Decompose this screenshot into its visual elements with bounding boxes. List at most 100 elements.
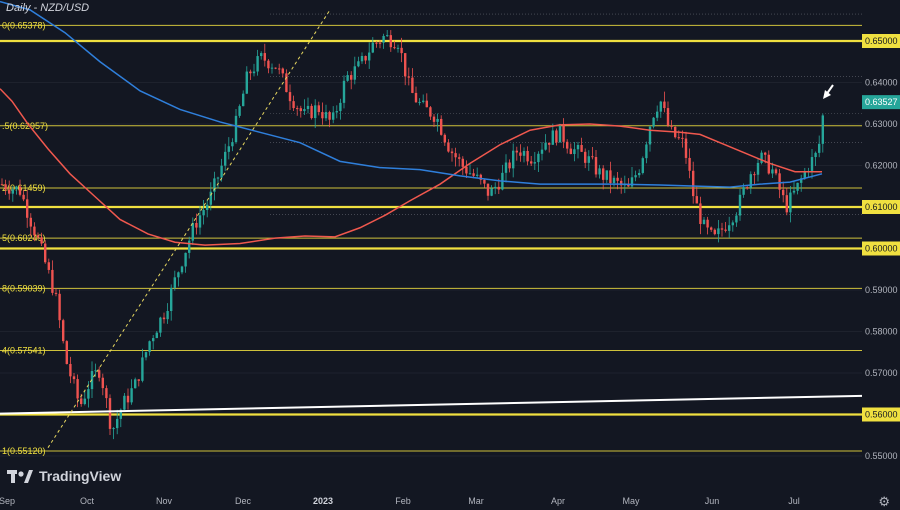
candle-body	[72, 376, 76, 380]
candle-body	[155, 332, 158, 339]
candle-body	[141, 357, 144, 381]
logo-text: TradingView	[39, 468, 122, 484]
candle-body	[234, 115, 238, 143]
fib-label: 1(0.55120)	[2, 446, 46, 456]
candle-body	[252, 71, 256, 74]
candle-body	[472, 173, 475, 176]
candle-body	[425, 100, 428, 108]
candle-body	[404, 53, 407, 77]
candle-body	[328, 112, 331, 120]
candle-body	[591, 156, 594, 158]
candle-body	[378, 42, 382, 44]
candle-body	[292, 101, 295, 109]
time-tick-label: Oct	[80, 496, 95, 506]
candle-body	[65, 341, 68, 364]
candle-body	[422, 100, 425, 102]
candle-body	[486, 183, 490, 196]
candle-body	[562, 124, 565, 142]
candle-body	[580, 144, 583, 152]
candle-body	[134, 379, 137, 389]
candle-body	[296, 108, 299, 110]
candle-body	[656, 111, 659, 118]
candle-body	[533, 162, 536, 164]
candle-body	[731, 222, 734, 226]
candle-body	[177, 272, 180, 278]
candle-body	[717, 228, 720, 235]
candle-body	[738, 194, 742, 216]
candle-body	[342, 80, 346, 103]
time-axis-background	[0, 490, 900, 510]
candle-body	[512, 150, 515, 169]
candle-body	[746, 187, 749, 189]
candle-body	[641, 158, 644, 173]
price-axis[interactable]: 0.65000 0.64000 0.63527 0.63000 0.62000 0.610…	[862, 0, 900, 490]
candle-body	[555, 130, 558, 143]
candle-body	[364, 55, 367, 61]
candle-body	[51, 269, 54, 293]
candle-body	[720, 228, 724, 230]
candle-body	[548, 142, 551, 145]
candle-body	[371, 42, 374, 53]
gear-icon[interactable]: ⚙	[878, 494, 890, 510]
candle-body	[778, 173, 781, 190]
candle-body	[4, 184, 7, 190]
candle-body	[645, 144, 648, 159]
candle-body	[306, 105, 310, 110]
candle-body	[670, 125, 673, 127]
candle-body	[468, 173, 472, 175]
tradingview-logo[interactable]: TradingView	[7, 468, 121, 484]
candle-body	[123, 395, 126, 410]
candle-body	[760, 152, 763, 163]
candle-body	[544, 142, 547, 150]
candle-body	[490, 188, 493, 196]
candle-body	[396, 47, 400, 49]
candle-body	[69, 363, 72, 377]
candle-body	[126, 395, 130, 403]
candle-body	[339, 102, 342, 112]
candle-body	[638, 172, 641, 176]
candle-body	[360, 55, 364, 62]
candle-body	[281, 68, 284, 74]
candle-body	[699, 203, 702, 225]
candle-body	[814, 152, 817, 158]
chart-title: Daily - NZD/USD	[6, 2, 90, 14]
candle-body	[436, 118, 439, 122]
candle-body	[443, 134, 446, 143]
price-tick-label: 0.61000	[865, 202, 898, 212]
candle-body	[101, 377, 104, 389]
candle-body	[540, 149, 544, 154]
candle-body	[58, 293, 61, 321]
candle-body	[774, 169, 778, 174]
candle-body	[22, 194, 25, 200]
price-tick-label: 0.58000	[865, 327, 898, 337]
candle-body	[166, 310, 169, 320]
candle-body	[418, 101, 421, 103]
candle-body	[411, 77, 414, 93]
candle-body	[602, 168, 605, 180]
candle-body	[663, 101, 666, 109]
candle-body	[519, 152, 522, 156]
candle-body	[688, 157, 691, 171]
time-tick-label: May	[622, 496, 640, 506]
candle-body	[180, 266, 184, 273]
candle-body	[40, 237, 43, 244]
candle-body	[796, 182, 799, 191]
candle-body	[76, 379, 79, 399]
candle-body	[335, 111, 338, 113]
fib-label: 8(0.59039)	[2, 283, 46, 293]
price-tick-label: 0.64000	[865, 78, 898, 88]
time-axis[interactable]: Sep Oct Nov Dec 2023 Feb Mar Apr May Jun Jul	[0, 490, 900, 510]
price-chart[interactable]: 0(0.65378).5(0.62957)2(0.61459)5(0.60249…	[0, 0, 900, 510]
candle-body	[652, 117, 655, 127]
candle-body	[706, 219, 709, 228]
candle-body	[450, 151, 454, 154]
candle-body	[83, 398, 86, 405]
candle-body	[80, 398, 83, 405]
candle-body	[270, 67, 274, 69]
candle-body	[224, 151, 227, 166]
candle-body	[497, 186, 500, 190]
candle-body	[108, 398, 112, 429]
candle-body	[310, 105, 313, 119]
candle-body	[288, 92, 292, 102]
price-tick-label: 0.55000	[865, 451, 898, 461]
